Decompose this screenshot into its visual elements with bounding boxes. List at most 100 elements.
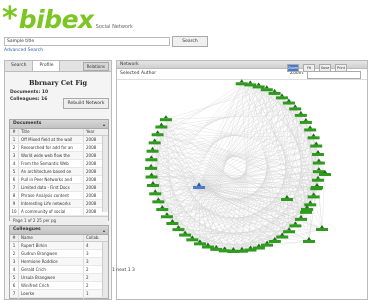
document-title: An architecture based on [21, 169, 72, 174]
table-row[interactable]: 8 Phrase Analysis content 2008 [10, 192, 108, 200]
row-number: 4 [10, 266, 19, 273]
colleague-name: Loerke [21, 291, 35, 296]
table-row[interactable]: 1 Rupert Birkin 4 [10, 242, 108, 250]
collapse-icon[interactable]: ▴ [103, 121, 105, 129]
documents-header: Documents ▴ [10, 120, 108, 129]
logo-word: bibex [18, 5, 94, 34]
document-title: Limited data - First Docs [21, 185, 70, 190]
colleague-name: Gerald Crich [21, 267, 46, 272]
row-number: 2 [10, 250, 19, 257]
graph-node[interactable] [252, 82, 265, 89]
table-row[interactable]: 7 Limited data - First Docs 2008 [10, 184, 108, 192]
table-row[interactable]: 4 From the Semantic Web 2008 [10, 160, 108, 168]
col-year[interactable]: Year [83, 129, 108, 135]
zoom-button[interactable]: Zoom [287, 64, 299, 72]
documents-list: 1 Off Mixed field at the wall 2008 2 Researc… [10, 136, 108, 216]
graph-edge [198, 186, 201, 244]
row-number: 8 [10, 192, 19, 199]
row-number: 6 [10, 282, 19, 289]
documents-columns: # Title Year [10, 129, 108, 136]
network-pager[interactable]: 1 next 1 3 [112, 268, 135, 273]
tab-profile[interactable]: Profile [33, 61, 61, 71]
table-row[interactable]: 2 Researched for add for an 2008 [10, 144, 108, 152]
table-row[interactable]: 6 Pull in Peer Networks and 2008 [10, 176, 108, 184]
zoom-input[interactable] [307, 70, 361, 79]
network-graph[interactable] [117, 79, 367, 285]
table-row[interactable]: 7 Loerke 1 [10, 290, 108, 298]
fit-button[interactable]: Fit [303, 64, 315, 72]
table-row[interactable]: 5 Ursula Brangwen 2 [10, 274, 108, 282]
logo-star: * [2, 1, 18, 36]
graph-node[interactable] [294, 110, 307, 117]
table-row[interactable]: 10 A community of social 2008 [10, 208, 108, 216]
save-button[interactable]: Save [319, 64, 331, 72]
documents-scrollbar[interactable] [102, 136, 108, 212]
table-row[interactable]: 3 Hermione Roddice 3 [10, 258, 108, 266]
document-title: Pull in Peer Networks and [21, 177, 72, 182]
search-button[interactable]: Search [172, 36, 208, 47]
graph-edge [151, 159, 200, 188]
advanced-search-link[interactable]: Advanced Search [4, 48, 43, 53]
row-number: 1 [10, 136, 19, 143]
document-title: Phrase Analysis content [21, 193, 69, 198]
graph-node[interactable] [155, 122, 168, 129]
colleagues-title: Colleagues [13, 227, 41, 232]
col-title[interactable]: Title [19, 129, 83, 135]
table-row[interactable]: 3 World wide web flow the 2008 [10, 152, 108, 160]
table-row[interactable]: 6 Winifred Crich 2 [10, 282, 108, 290]
colleagues-panel: Colleagues ▴ # Name Collab. 1 Rupert Birk… [9, 225, 109, 299]
colleague-name: Ursula Brangwen [21, 275, 56, 280]
graph-node[interactable] [307, 133, 320, 140]
documents-pager[interactable]: Page 1 of 2 25 per pg [10, 216, 108, 225]
table-row[interactable]: 4 Gerald Crich 2 [10, 266, 108, 274]
collapse-icon[interactable]: ▴ [103, 227, 105, 235]
graph-node[interactable] [304, 125, 317, 132]
documents-panel: Documents ▴ # Title Year 1 Off Mixed fiel… [9, 119, 109, 225]
row-number: 3 [10, 258, 19, 265]
graph-node[interactable] [311, 183, 323, 189]
table-row[interactable]: 2 Gudrun Brangwen 3 [10, 250, 108, 258]
graph-node[interactable] [312, 158, 325, 165]
colleagues-scrollbar[interactable] [102, 242, 108, 297]
tab-bar: Search Profile Relations [5, 61, 111, 72]
col-collab[interactable]: Collab. [83, 235, 108, 241]
table-row[interactable]: 5 An architecture based on 2008 [10, 168, 108, 176]
documents-title: Documents [13, 121, 42, 126]
rebuild-network-button[interactable]: Rebuild Network [63, 98, 109, 109]
graph-node[interactable] [312, 167, 325, 174]
print-button[interactable]: Print [335, 64, 347, 72]
colleague-name: Hermione Roddice [21, 259, 58, 264]
table-row[interactable]: 1 Off Mixed field at the wall 2008 [10, 136, 108, 144]
col-number[interactable]: # [10, 129, 19, 135]
graph-node[interactable] [299, 117, 312, 124]
colleagues-header: Colleagues ▴ [10, 226, 108, 235]
col-number[interactable]: # [10, 235, 19, 241]
colleague-name: Winifred Crich [21, 283, 50, 288]
graph-node[interactable] [145, 172, 158, 179]
graph-edge [321, 173, 326, 230]
row-number: 5 [10, 168, 19, 175]
selected-author-label: Selected Author [120, 71, 157, 76]
graph-node[interactable] [159, 115, 172, 122]
col-name[interactable]: Name [19, 235, 83, 241]
colleague-name: Rupert Birkin [21, 243, 48, 248]
logo-tagline: Social Network [95, 24, 133, 30]
table-row[interactable]: 9 Interesting Life networks 2008 [10, 200, 108, 208]
row-number: 7 [10, 290, 19, 297]
row-number: 1 [10, 242, 19, 249]
profile-title: Bbrnary Cet Fig [28, 79, 88, 87]
document-title: A community of social [21, 209, 66, 214]
graph-edge [198, 121, 306, 188]
document-title: Off Mixed field at the wall [21, 137, 73, 142]
document-title: From the Semantic Web [21, 161, 69, 166]
row-number: 2 [10, 144, 19, 151]
graph-node[interactable] [303, 237, 315, 243]
row-number: 10 [10, 208, 19, 215]
document-title: Interesting Life networks [21, 201, 71, 206]
bibex-logo: * bibex Social Network [2, 1, 133, 36]
document-title: Researched for add for an [21, 145, 73, 150]
row-number: 4 [10, 160, 19, 167]
search-input[interactable]: Sample title [4, 37, 170, 46]
tab-search[interactable]: Search [5, 61, 34, 71]
tab-relations[interactable]: Relations [82, 62, 109, 71]
